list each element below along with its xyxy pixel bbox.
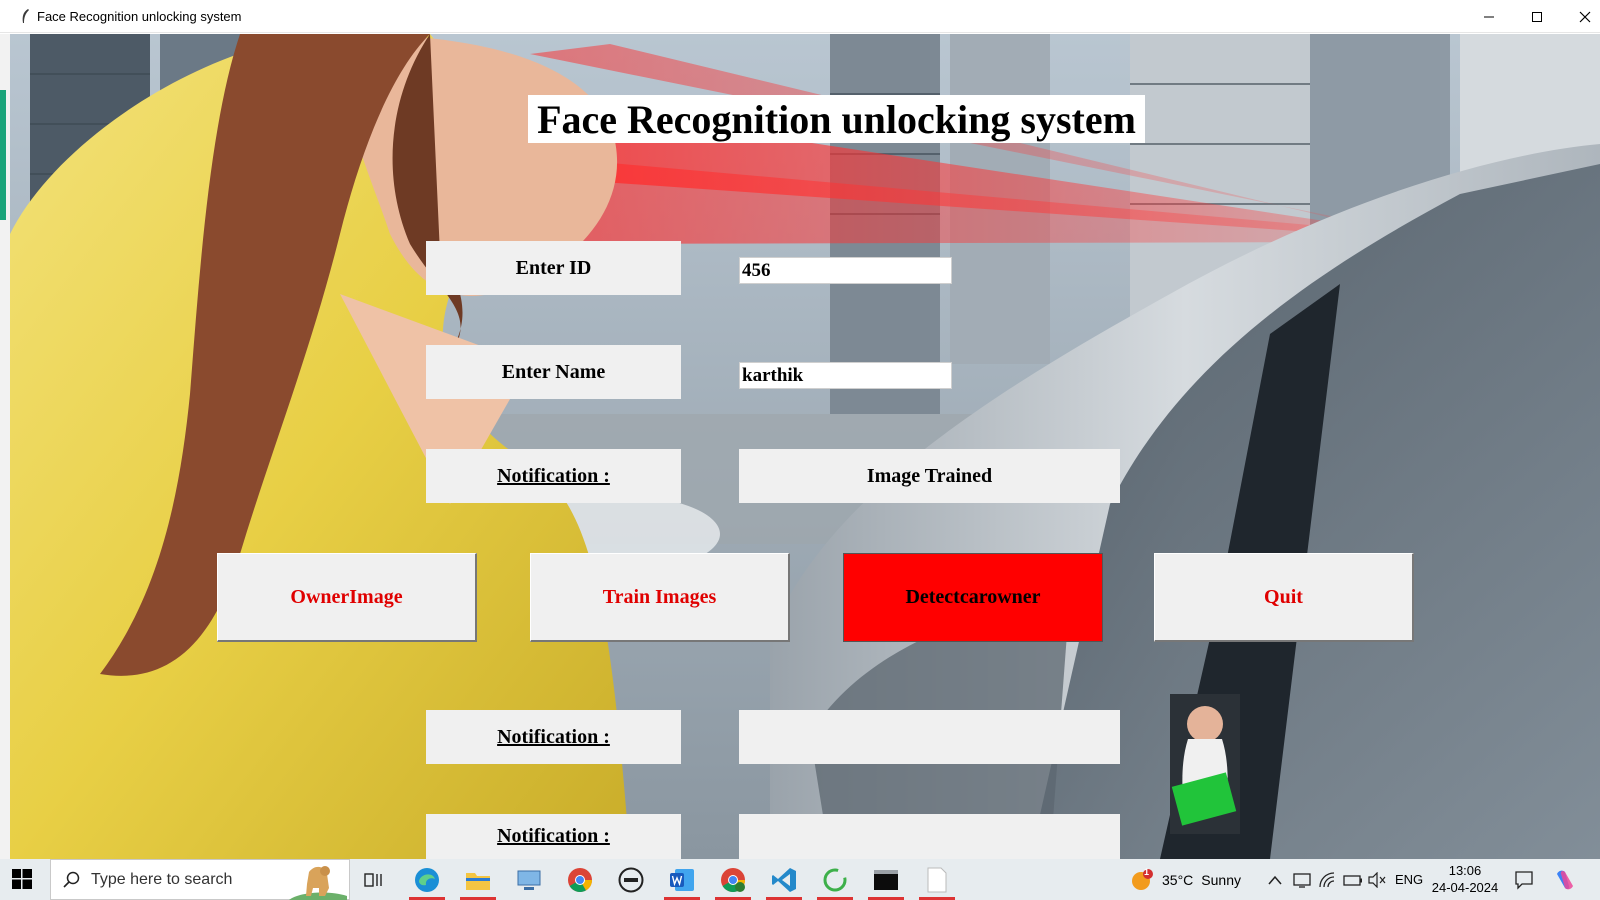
task-view-button[interactable] xyxy=(352,859,396,900)
close-icon xyxy=(1579,11,1591,22)
taskbar-app-edge[interactable] xyxy=(405,859,449,900)
notification-label-1: Notification : xyxy=(426,449,681,503)
chat-bubble-icon xyxy=(1515,870,1533,890)
edge-accent xyxy=(0,90,6,220)
tray-network[interactable] xyxy=(1318,859,1336,900)
window-title: Face Recognition unlocking system xyxy=(37,9,242,24)
tray-volume[interactable] xyxy=(1368,859,1386,900)
language-indicator[interactable]: ENG xyxy=(1395,859,1423,900)
window-titlebar: Face Recognition unlocking system xyxy=(0,0,1600,33)
owner-image-button[interactable]: OwnerImage xyxy=(217,553,477,642)
minimize-button[interactable] xyxy=(1466,0,1512,33)
taskbar-clock[interactable]: 13:06 24-04-2024 xyxy=(1425,862,1505,896)
weather-description: Sunny xyxy=(1201,871,1241,888)
taskbar-app-document[interactable] xyxy=(915,859,959,900)
tray-meet-now[interactable] xyxy=(1293,859,1311,900)
quit-button[interactable]: Quit xyxy=(1154,553,1414,642)
dell-icon xyxy=(618,867,644,892)
battery-icon xyxy=(1343,874,1362,886)
notification-label-2-text: Notification : xyxy=(497,725,610,748)
vscode-icon xyxy=(772,867,796,892)
page-title: Face Recognition unlocking system xyxy=(528,95,1145,143)
clock-time: 13:06 xyxy=(1448,863,1482,878)
notification-label-2: Notification : xyxy=(426,710,681,764)
copilot-icon xyxy=(1557,870,1573,889)
detect-car-owner-button-label: Detectcarowner xyxy=(905,586,1041,608)
taskbar-app-terminal[interactable] xyxy=(864,859,908,900)
start-button[interactable] xyxy=(12,869,32,894)
taskbar-app-vscode[interactable] xyxy=(762,859,806,900)
taskbar-app-word[interactable] xyxy=(660,859,704,900)
chrome-profile-icon xyxy=(721,867,745,892)
taskbar-search-box[interactable]: Type here to search xyxy=(50,859,350,900)
notification-message-3 xyxy=(739,814,1120,859)
sun-icon xyxy=(1132,868,1153,890)
notification-message-1: Image Trained xyxy=(739,449,1120,503)
train-images-button[interactable]: Train Images xyxy=(530,553,790,642)
taskbar-app-dell[interactable] xyxy=(609,859,653,900)
search-highlight-illustration xyxy=(289,866,347,900)
windows-start-icon xyxy=(12,869,32,889)
notification-message-1-text: Image Trained xyxy=(866,464,993,487)
chrome-icon xyxy=(568,867,592,892)
show-hidden-icons-button[interactable] xyxy=(1268,859,1282,900)
minimize-icon xyxy=(1484,16,1494,17)
train-images-button-label: Train Images xyxy=(602,585,717,608)
owner-image-button-label: OwnerImage xyxy=(290,585,403,608)
maximize-icon xyxy=(1532,11,1542,22)
blank-document-icon xyxy=(927,867,947,892)
quit-button-label: Quit xyxy=(1264,585,1303,608)
taskbar-app-explorer[interactable] xyxy=(456,859,500,900)
file-explorer-icon xyxy=(466,872,490,890)
name-label-text: Enter Name xyxy=(501,360,606,383)
weather-temperature: 35°C xyxy=(1162,871,1194,888)
word-icon xyxy=(670,868,694,891)
chevron-up-icon xyxy=(1268,875,1282,884)
taskbar-app-chrome[interactable] xyxy=(558,859,602,900)
notification-center-button[interactable] xyxy=(1514,859,1534,900)
maximize-button[interactable] xyxy=(1514,0,1560,33)
id-label: Enter ID xyxy=(426,241,681,295)
weather-widget[interactable]: 1 35°C Sunny xyxy=(1130,859,1241,900)
refresh-app-icon xyxy=(823,868,847,891)
feather-icon xyxy=(22,9,29,23)
weather-badge: 1 xyxy=(1144,867,1150,877)
search-icon xyxy=(63,871,80,888)
terminal-icon xyxy=(874,869,898,890)
taskbar: Type here to search 1 35°C Sunny ENG 13:… xyxy=(0,859,1600,900)
id-input[interactable]: 456 xyxy=(739,257,952,284)
monitor-icon xyxy=(1293,872,1311,888)
left-window-edge xyxy=(0,34,10,859)
taskbar-app-chrome-profile[interactable] xyxy=(711,859,755,900)
edge-icon xyxy=(415,867,439,892)
id-label-text: Enter ID xyxy=(515,256,592,279)
close-button[interactable] xyxy=(1562,0,1600,33)
volume-muted-icon xyxy=(1368,871,1386,888)
notification-label-3-text: Notification : xyxy=(497,825,610,847)
clock-date: 24-04-2024 xyxy=(1431,880,1499,895)
name-label: Enter Name xyxy=(426,345,681,399)
task-view-icon xyxy=(364,872,382,887)
copilot-button[interactable] xyxy=(1553,859,1577,900)
taskbar-app-desktop[interactable] xyxy=(507,859,551,900)
notification-message-2 xyxy=(739,710,1120,764)
detect-car-owner-button[interactable]: Detectcarowner xyxy=(843,553,1103,642)
notification-label-1-text: Notification : xyxy=(497,464,610,487)
notification-label-3: Notification : xyxy=(426,814,681,859)
desktop-icon xyxy=(517,870,541,890)
name-input[interactable]: karthik xyxy=(739,362,952,389)
tray-battery[interactable] xyxy=(1343,859,1363,900)
taskbar-app-refresh[interactable] xyxy=(813,859,857,900)
wifi-icon xyxy=(1319,871,1335,887)
search-placeholder: Type here to search xyxy=(91,871,233,888)
